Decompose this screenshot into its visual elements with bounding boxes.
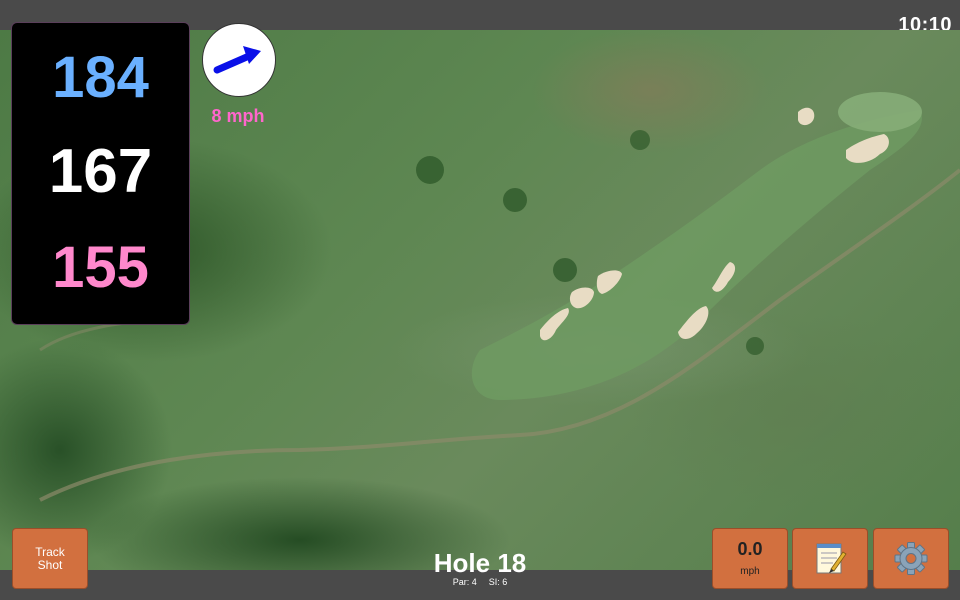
green — [838, 92, 922, 132]
track-shot-button[interactable]: Track Shot — [12, 528, 88, 589]
bunker — [798, 107, 815, 126]
tree — [416, 156, 444, 184]
wind-indicator — [202, 23, 276, 97]
hole-par: Par: 4 — [452, 577, 477, 587]
settings-button[interactable] — [873, 528, 949, 589]
back-yardage: 184 — [52, 45, 149, 110]
speed-button[interactable]: 0.0 mph — [712, 528, 788, 589]
front-yardage: 155 — [52, 235, 149, 300]
yardage-panel: 184 167 155 — [11, 22, 190, 325]
hole-title: Hole 18 — [433, 548, 527, 578]
gear-icon — [894, 542, 928, 575]
track-shot-label: Track Shot — [13, 546, 87, 572]
tree — [746, 337, 764, 355]
tree — [553, 258, 577, 282]
middle-yardage: 167 — [48, 137, 153, 206]
wind-speed-label: 8 mph — [211, 106, 265, 126]
tree — [630, 130, 650, 150]
notepad-icon — [816, 543, 847, 574]
track-shot-label-line1: Track — [35, 545, 65, 559]
speed-value: 0.0 — [737, 539, 763, 559]
hole-si: SI: 6 — [488, 577, 508, 587]
hole-info: Par: 4 SI: 6 — [400, 577, 560, 587]
track-shot-label-line2: Shot — [37, 558, 63, 572]
notes-button[interactable] — [792, 528, 868, 589]
tree — [503, 188, 527, 212]
wind-arrow-icon — [213, 46, 261, 74]
speed-unit: mph — [740, 566, 760, 577]
